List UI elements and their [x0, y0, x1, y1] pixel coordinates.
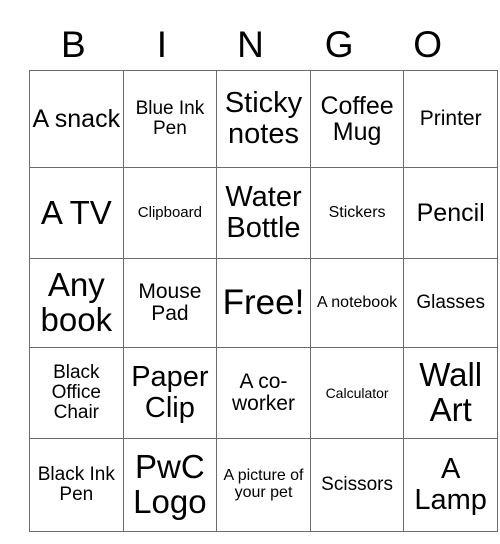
bingo-cell-n2[interactable]: Water Bottle — [216, 167, 311, 259]
bingo-cell-o2[interactable]: Pencil — [403, 167, 498, 259]
bingo-cell-n5[interactable]: A picture of your pet — [216, 438, 311, 532]
bingo-cell-o5[interactable]: A Lamp — [403, 438, 498, 532]
bingo-cell-b3[interactable]: Any book — [29, 258, 124, 348]
bingo-row: Any book Mouse Pad Free! A notebook Glas… — [29, 258, 498, 348]
bingo-card: B I N G O A snack Blue Ink Pen Sticky no… — [0, 0, 500, 544]
bingo-cell-n1[interactable]: Sticky notes — [216, 70, 311, 168]
bingo-cell-free[interactable]: Free! — [216, 258, 311, 348]
bingo-cell-g3[interactable]: A notebook — [309, 258, 405, 348]
bingo-row: Black Office Chair Paper Clip A co-worke… — [29, 347, 498, 439]
bingo-cell-i1[interactable]: Blue Ink Pen — [122, 70, 218, 168]
bingo-cell-i3[interactable]: Mouse Pad — [122, 258, 218, 348]
bingo-cell-n4[interactable]: A co-worker — [216, 347, 311, 439]
bingo-cell-g1[interactable]: Coffee Mug — [309, 70, 405, 168]
bingo-cell-b5[interactable]: Black Ink Pen — [29, 438, 124, 532]
bingo-cell-g2[interactable]: Stickers — [309, 167, 405, 259]
bingo-cell-i4[interactable]: Paper Clip — [122, 347, 218, 439]
bingo-row: A TV Clipboard Water Bottle Stickers Pen… — [29, 167, 498, 259]
header-letter-g: G — [324, 23, 354, 65]
bingo-row: Black Ink Pen PwC Logo A picture of your… — [29, 438, 498, 532]
bingo-header-row: B I N G O — [29, 18, 472, 70]
bingo-cell-o4[interactable]: Wall Art — [403, 347, 498, 439]
bingo-cell-i5[interactable]: PwC Logo — [122, 438, 218, 532]
header-letter-o: O — [413, 23, 443, 65]
bingo-cell-o3[interactable]: Glasses — [403, 258, 498, 348]
bingo-grid: A snack Blue Ink Pen Sticky notes Coffee… — [29, 70, 498, 532]
header-letter-i: I — [156, 23, 168, 65]
bingo-cell-b1[interactable]: A snack — [29, 70, 124, 168]
bingo-cell-i2[interactable]: Clipboard — [122, 167, 218, 259]
bingo-cell-g5[interactable]: Scissors — [309, 438, 405, 532]
bingo-row: A snack Blue Ink Pen Sticky notes Coffee… — [29, 70, 498, 168]
bingo-cell-b2[interactable]: A TV — [29, 167, 124, 259]
header-letter-b: B — [60, 23, 86, 65]
bingo-cell-o1[interactable]: Printer — [403, 70, 498, 168]
header-letter-n: N — [237, 23, 264, 65]
bingo-cell-g4[interactable]: Calculator — [309, 347, 405, 439]
bingo-cell-b4[interactable]: Black Office Chair — [29, 347, 124, 439]
